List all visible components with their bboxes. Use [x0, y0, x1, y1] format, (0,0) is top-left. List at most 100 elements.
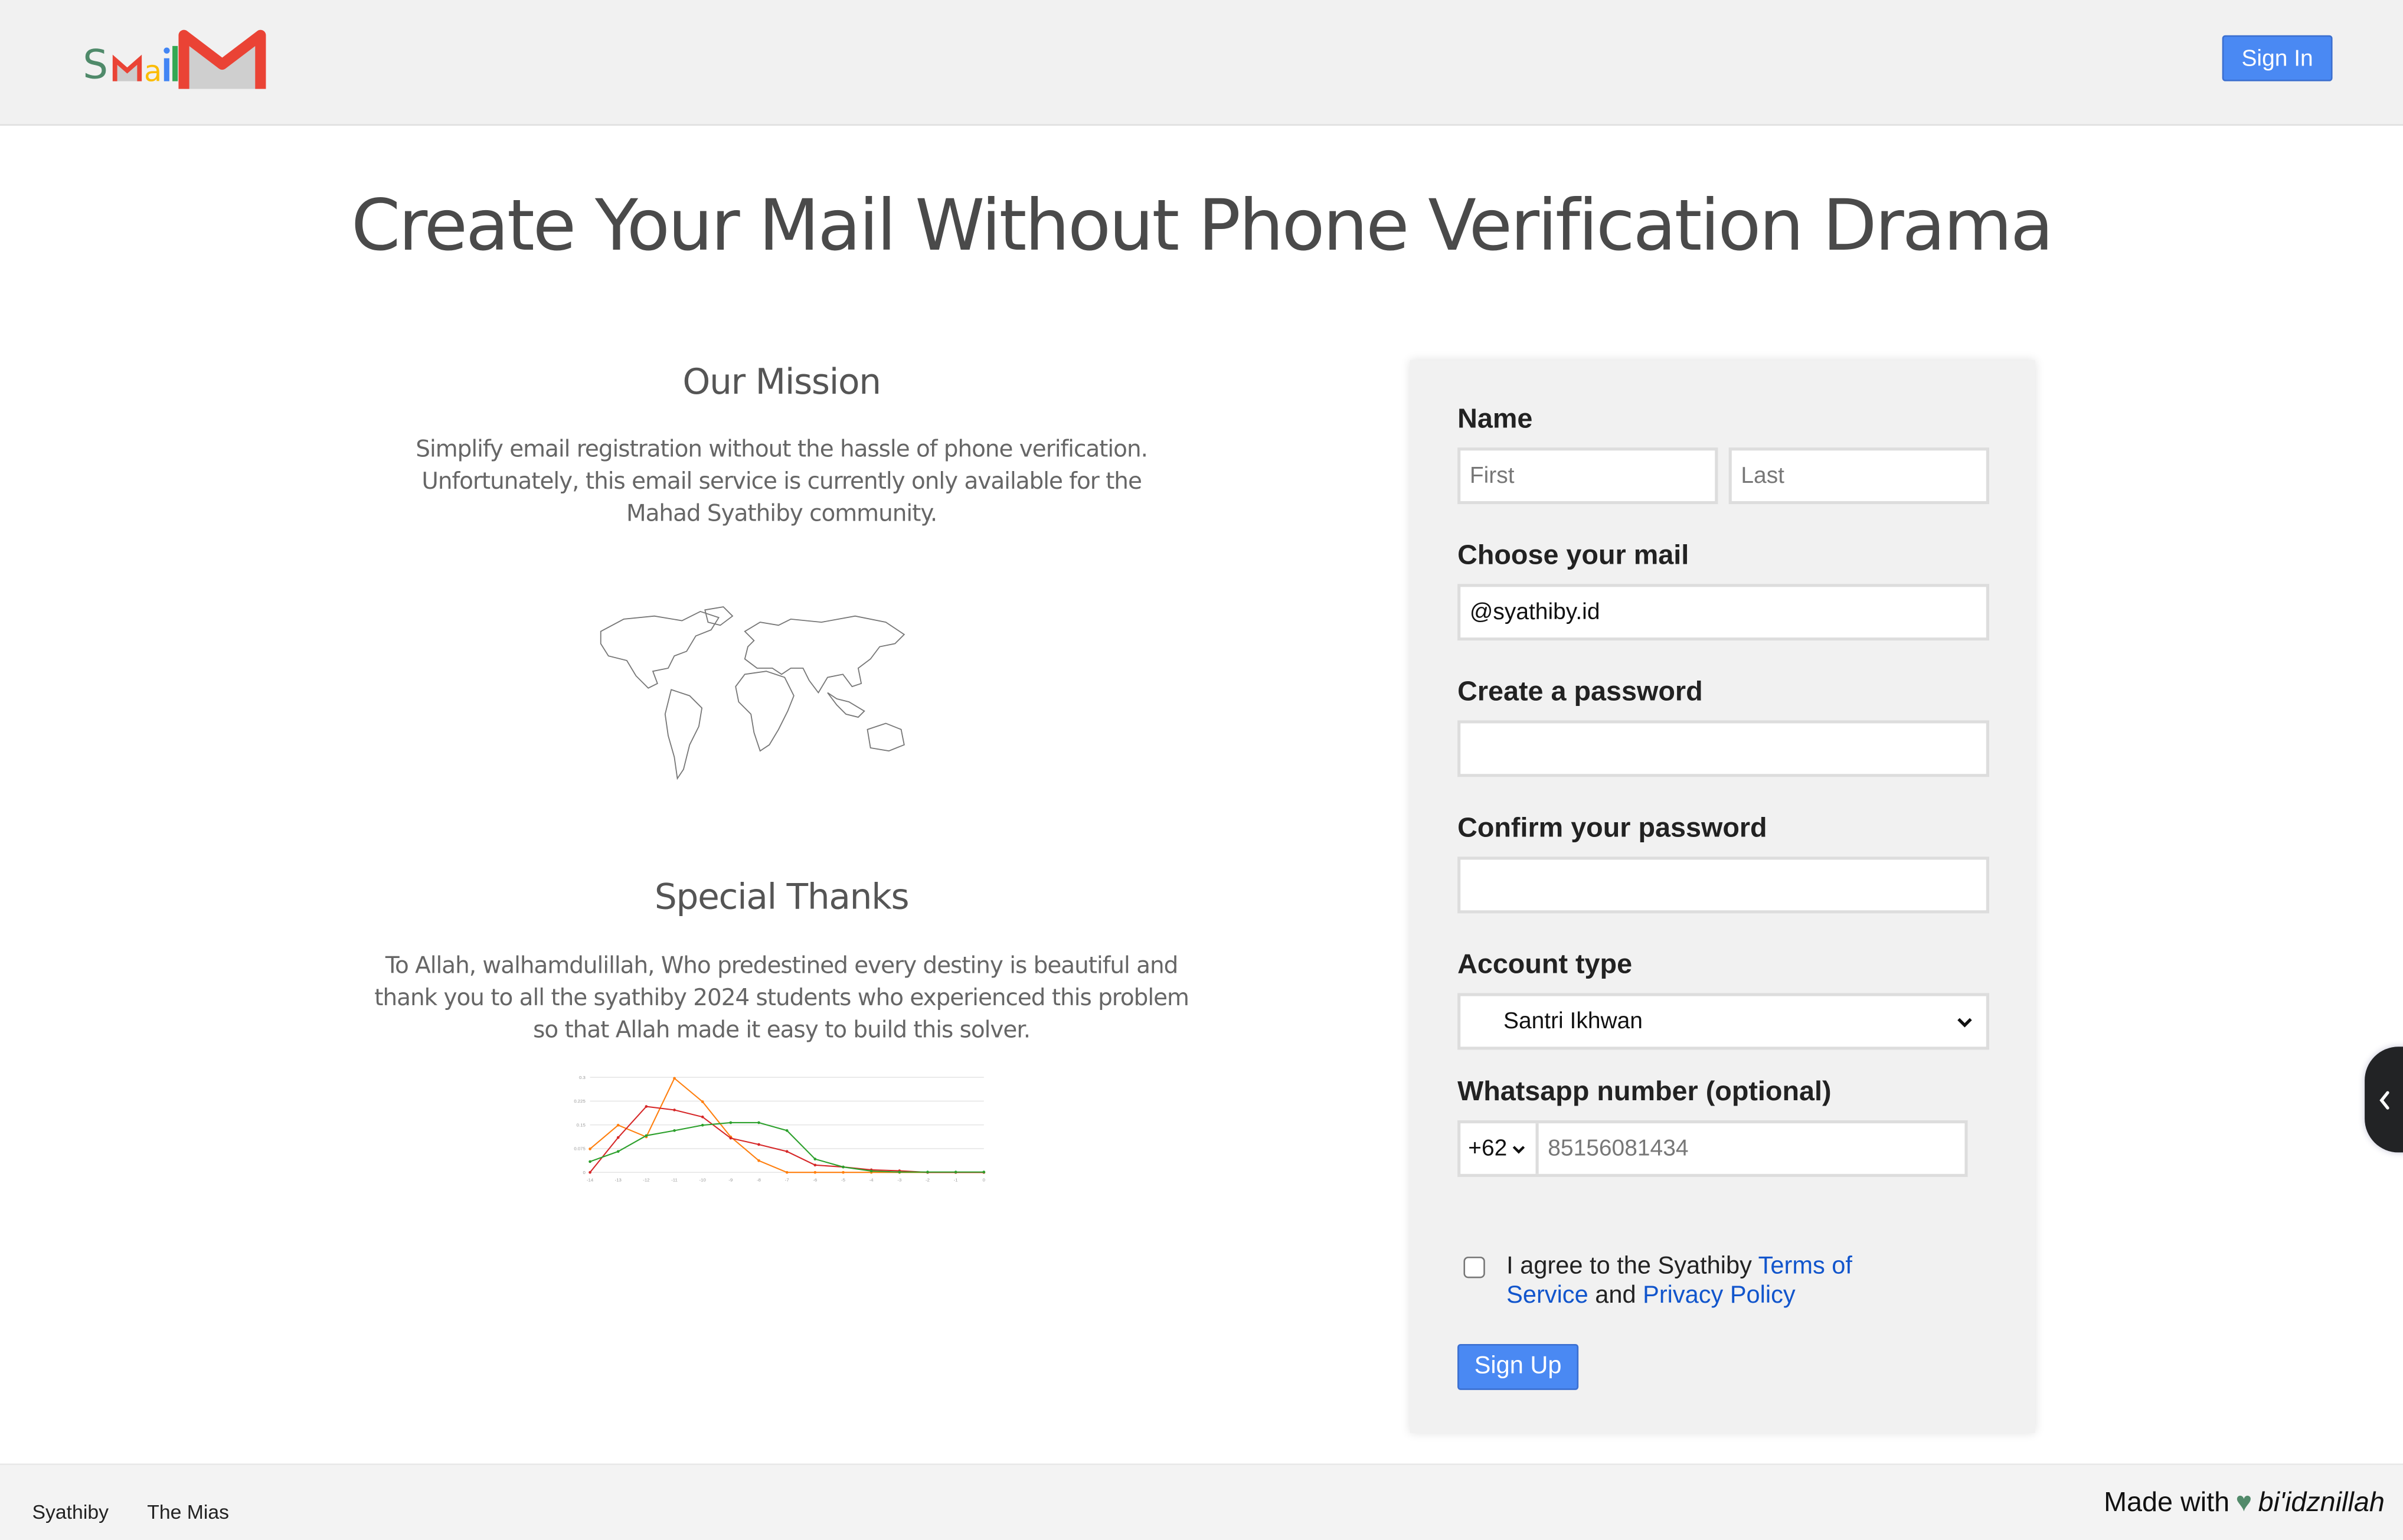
data-point: [757, 1143, 760, 1146]
data-point: [982, 1170, 986, 1173]
whatsapp-input[interactable]: 85156081434: [1539, 1135, 1689, 1162]
logo[interactable]: S a: [83, 26, 267, 90]
data-point: [673, 1109, 676, 1111]
x-tick-label: -6: [813, 1178, 817, 1183]
data-point: [954, 1170, 957, 1173]
privacy-link[interactable]: Privacy Policy: [1643, 1283, 1796, 1309]
x-tick-label: -2: [926, 1178, 930, 1183]
agree-and: and: [1588, 1283, 1643, 1309]
page-title: Create Your Mail Without Phone Verificat…: [351, 184, 2054, 267]
series-line: [589, 1077, 984, 1173]
x-tick-label: -5: [841, 1178, 845, 1183]
svg-text:a: a: [144, 54, 162, 89]
data-point: [616, 1150, 620, 1153]
sign-in-button[interactable]: Sign In: [2222, 35, 2333, 81]
data-point: [645, 1105, 648, 1108]
data-point: [701, 1100, 704, 1103]
y-tick-label: 0: [583, 1170, 586, 1175]
world-map-icon: [600, 606, 905, 780]
made-with-text: Made with: [2104, 1486, 2230, 1518]
data-point: [673, 1129, 676, 1132]
x-tick-label: -1: [954, 1178, 958, 1183]
country-code-select[interactable]: +62: [1460, 1123, 1539, 1174]
data-point: [757, 1121, 760, 1124]
confirm-password-input[interactable]: [1457, 856, 1989, 914]
top-bar: S a Sign In: [0, 0, 2403, 126]
last-name-placeholder: Last: [1741, 463, 1785, 489]
whatsapp-field: +62 85156081434: [1457, 1120, 1968, 1177]
data-point: [926, 1170, 929, 1173]
name-label: Name: [1457, 403, 1533, 434]
data-point: [729, 1121, 733, 1124]
first-name-input[interactable]: First: [1457, 447, 1718, 505]
data-point: [785, 1170, 789, 1174]
account-type-label: Account type: [1457, 949, 1633, 980]
signup-form: Name First Last Choose your mail @syathi…: [1410, 360, 2035, 1433]
data-point: [842, 1165, 845, 1169]
chevron-down-icon: [1513, 1145, 1526, 1153]
password-input[interactable]: [1457, 720, 1989, 777]
data-point: [701, 1123, 704, 1127]
mail-value: @syathiby.id: [1469, 599, 1600, 626]
y-tick-label: 0.15: [577, 1122, 586, 1127]
sign-up-button[interactable]: Sign Up: [1457, 1343, 1579, 1390]
signature-text: bi'idznillah: [2258, 1486, 2385, 1518]
first-name-placeholder: First: [1469, 463, 1515, 489]
agree-prefix: I agree to the Syathiby: [1506, 1253, 1758, 1280]
x-tick-label: -3: [897, 1178, 901, 1183]
thanks-text: To Allah, walhamdulillah, Who predestine…: [374, 952, 1189, 1044]
chevron-down-icon: [1956, 1012, 1974, 1038]
smail-logo-icon: S a: [83, 30, 266, 89]
footer-link-syathiby[interactable]: Syathiby: [32, 1500, 109, 1523]
y-tick-label: 0.3: [579, 1075, 586, 1080]
whatsapp-label: Whatsapp number (optional): [1457, 1075, 1832, 1107]
thanks-heading: Special Thanks: [654, 878, 910, 918]
x-tick-label: -13: [615, 1178, 622, 1183]
data-point: [616, 1136, 620, 1139]
x-tick-label: -14: [587, 1178, 594, 1183]
account-type-value: Santri Ikhwan: [1503, 1008, 1643, 1035]
x-tick-label: 0: [983, 1178, 986, 1183]
last-name-input[interactable]: Last: [1728, 447, 1989, 505]
special-thanks-chart: 00.0750.150.2250.3-14 -13 -12 -11 -10 -9 -8 -7-…: [574, 1075, 986, 1183]
x-tick-label: -10: [699, 1178, 707, 1183]
data-point: [645, 1134, 648, 1137]
x-tick-label: -9: [728, 1178, 733, 1183]
data-point: [616, 1123, 620, 1127]
x-tick-label: -12: [643, 1178, 649, 1183]
data-point: [589, 1147, 591, 1150]
data-point: [813, 1170, 817, 1174]
password-label: Create a password: [1457, 675, 1703, 707]
x-tick-label: -8: [757, 1178, 761, 1183]
y-tick-label: 0.075: [574, 1146, 585, 1152]
mail-label: Choose your mail: [1457, 539, 1689, 570]
data-point: [842, 1170, 845, 1174]
series-line: [589, 1106, 984, 1173]
made-with: Made with ♥ bi'idznillah: [2104, 1486, 2385, 1519]
data-point: [869, 1169, 873, 1173]
side-panel-toggle[interactable]: [2365, 1047, 2403, 1153]
footer-link-the-mias[interactable]: The Mias: [147, 1500, 229, 1523]
mail-input[interactable]: @syathiby.id: [1457, 584, 1989, 641]
mission-text: Simplify email registration without the …: [416, 435, 1148, 528]
agree-text: I agree to the Syathiby Terms of Service…: [1506, 1252, 1905, 1310]
data-point: [813, 1163, 817, 1167]
whatsapp-placeholder: 85156081434: [1548, 1135, 1689, 1162]
account-type-select[interactable]: Santri Ikhwan: [1457, 993, 1989, 1050]
confirm-password-label: Confirm your password: [1457, 812, 1767, 843]
data-point: [589, 1160, 591, 1163]
data-point: [729, 1136, 733, 1140]
agree-checkbox[interactable]: [1463, 1256, 1485, 1279]
x-tick-label: -7: [785, 1178, 789, 1183]
data-point: [701, 1115, 704, 1119]
mission-heading: Our Mission: [682, 363, 881, 403]
x-tick-label: -11: [671, 1178, 678, 1183]
x-tick-label: -4: [869, 1178, 874, 1183]
data-point: [785, 1129, 789, 1132]
data-point: [785, 1150, 789, 1153]
data-point: [813, 1158, 817, 1160]
country-code-value: +62: [1468, 1135, 1508, 1162]
data-point: [589, 1170, 591, 1174]
chevron-left-icon: [2379, 1091, 2389, 1110]
data-point: [757, 1159, 760, 1162]
